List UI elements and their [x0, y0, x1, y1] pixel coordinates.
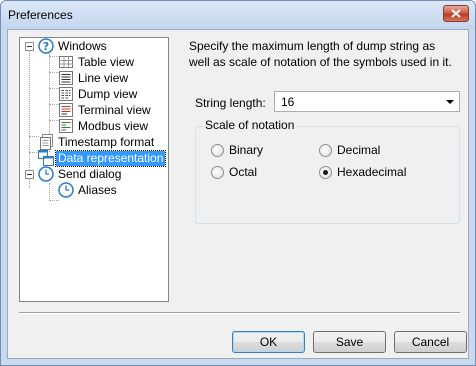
- close-button[interactable]: [443, 5, 469, 22]
- document-icon: [40, 134, 53, 150]
- radio-label: Decimal: [337, 143, 381, 157]
- terminal-icon: [59, 103, 73, 117]
- tree-item-table-view[interactable]: Table view: [58, 54, 136, 70]
- tree-connector: [49, 183, 50, 201]
- clock-icon: [58, 182, 74, 198]
- tree-connector: [29, 50, 30, 188]
- table-icon: [59, 56, 73, 68]
- string-length-value: 16: [281, 95, 295, 109]
- separator: [19, 312, 460, 314]
- panel-description: Specify the maximum length of dump strin…: [189, 39, 452, 69]
- dump-icon: [59, 87, 73, 101]
- tree-item-label: Timestamp format: [58, 134, 155, 149]
- radio-decimal[interactable]: Decimal: [319, 143, 380, 157]
- chevron-down-icon[interactable]: [446, 100, 454, 104]
- ok-button[interactable]: OK: [232, 331, 305, 353]
- radio-binary[interactable]: Binary: [211, 143, 263, 157]
- close-icon: [451, 9, 461, 18]
- string-length-select[interactable]: 16: [274, 91, 460, 112]
- tree-item-label: Line view: [78, 70, 129, 85]
- tree-item-label: Terminal view: [78, 102, 151, 117]
- radio-label: Octal: [229, 165, 258, 179]
- help-icon: ?: [38, 38, 54, 54]
- tree-item-line-view[interactable]: Line view: [58, 70, 130, 86]
- settings-tree[interactable]: ? Windows Table view Line view Dump view: [19, 37, 169, 302]
- radio-button-icon[interactable]: [319, 143, 332, 157]
- tree-item-dump-view[interactable]: Dump view: [58, 86, 139, 102]
- tree-item-label: Table view: [78, 54, 135, 69]
- tree-item-data-representation[interactable]: Data representation: [38, 149, 167, 167]
- tree-item-label: Dump view: [78, 86, 138, 101]
- tree-item-terminal-view[interactable]: Terminal view: [58, 102, 153, 118]
- scale-of-notation-label: Scale of notation: [203, 118, 297, 132]
- tree-item-label: Send dialog: [58, 166, 122, 181]
- windows-icon: [38, 150, 54, 166]
- clock-icon: [38, 166, 54, 182]
- tree-item-windows[interactable]: ? Windows: [38, 38, 109, 54]
- collapse-icon[interactable]: [25, 42, 34, 51]
- tree-item-label: Data representation: [54, 149, 167, 167]
- title-bar[interactable]: Preferences: [1, 1, 475, 29]
- window-title: Preferences: [8, 8, 73, 22]
- collapse-icon[interactable]: [25, 170, 34, 179]
- tree-item-modbus-view[interactable]: Modbus view: [58, 118, 150, 134]
- tree-item-timestamp-format[interactable]: Timestamp format: [38, 134, 156, 150]
- radio-button-icon[interactable]: [211, 143, 224, 157]
- radio-button-icon[interactable]: [211, 165, 224, 179]
- preferences-window: Preferences ? Windows Table view Line vi…: [0, 0, 476, 366]
- tree-item-label: Aliases: [78, 182, 117, 197]
- tree-item-label: Windows: [58, 38, 107, 53]
- dialog-body: ? Windows Table view Line view Dump view: [7, 29, 469, 359]
- cancel-button[interactable]: Cancel: [394, 331, 467, 353]
- radio-button-icon[interactable]: [319, 165, 332, 179]
- svg-text:?: ?: [43, 40, 49, 53]
- radio-octal[interactable]: Octal: [211, 165, 257, 179]
- string-length-label: String length:: [195, 96, 266, 110]
- radio-hexadecimal[interactable]: Hexadecimal: [319, 165, 406, 179]
- radio-label: Hexadecimal: [337, 165, 407, 179]
- radio-label: Binary: [229, 143, 264, 157]
- lines-icon: [59, 71, 73, 85]
- tree-item-send-dialog[interactable]: Send dialog: [38, 166, 123, 182]
- save-button[interactable]: Save: [313, 331, 386, 353]
- modbus-icon: [59, 119, 73, 133]
- tree-item-aliases[interactable]: Aliases: [58, 182, 119, 198]
- tree-connector: [49, 200, 59, 201]
- tree-item-label: Modbus view: [78, 118, 149, 133]
